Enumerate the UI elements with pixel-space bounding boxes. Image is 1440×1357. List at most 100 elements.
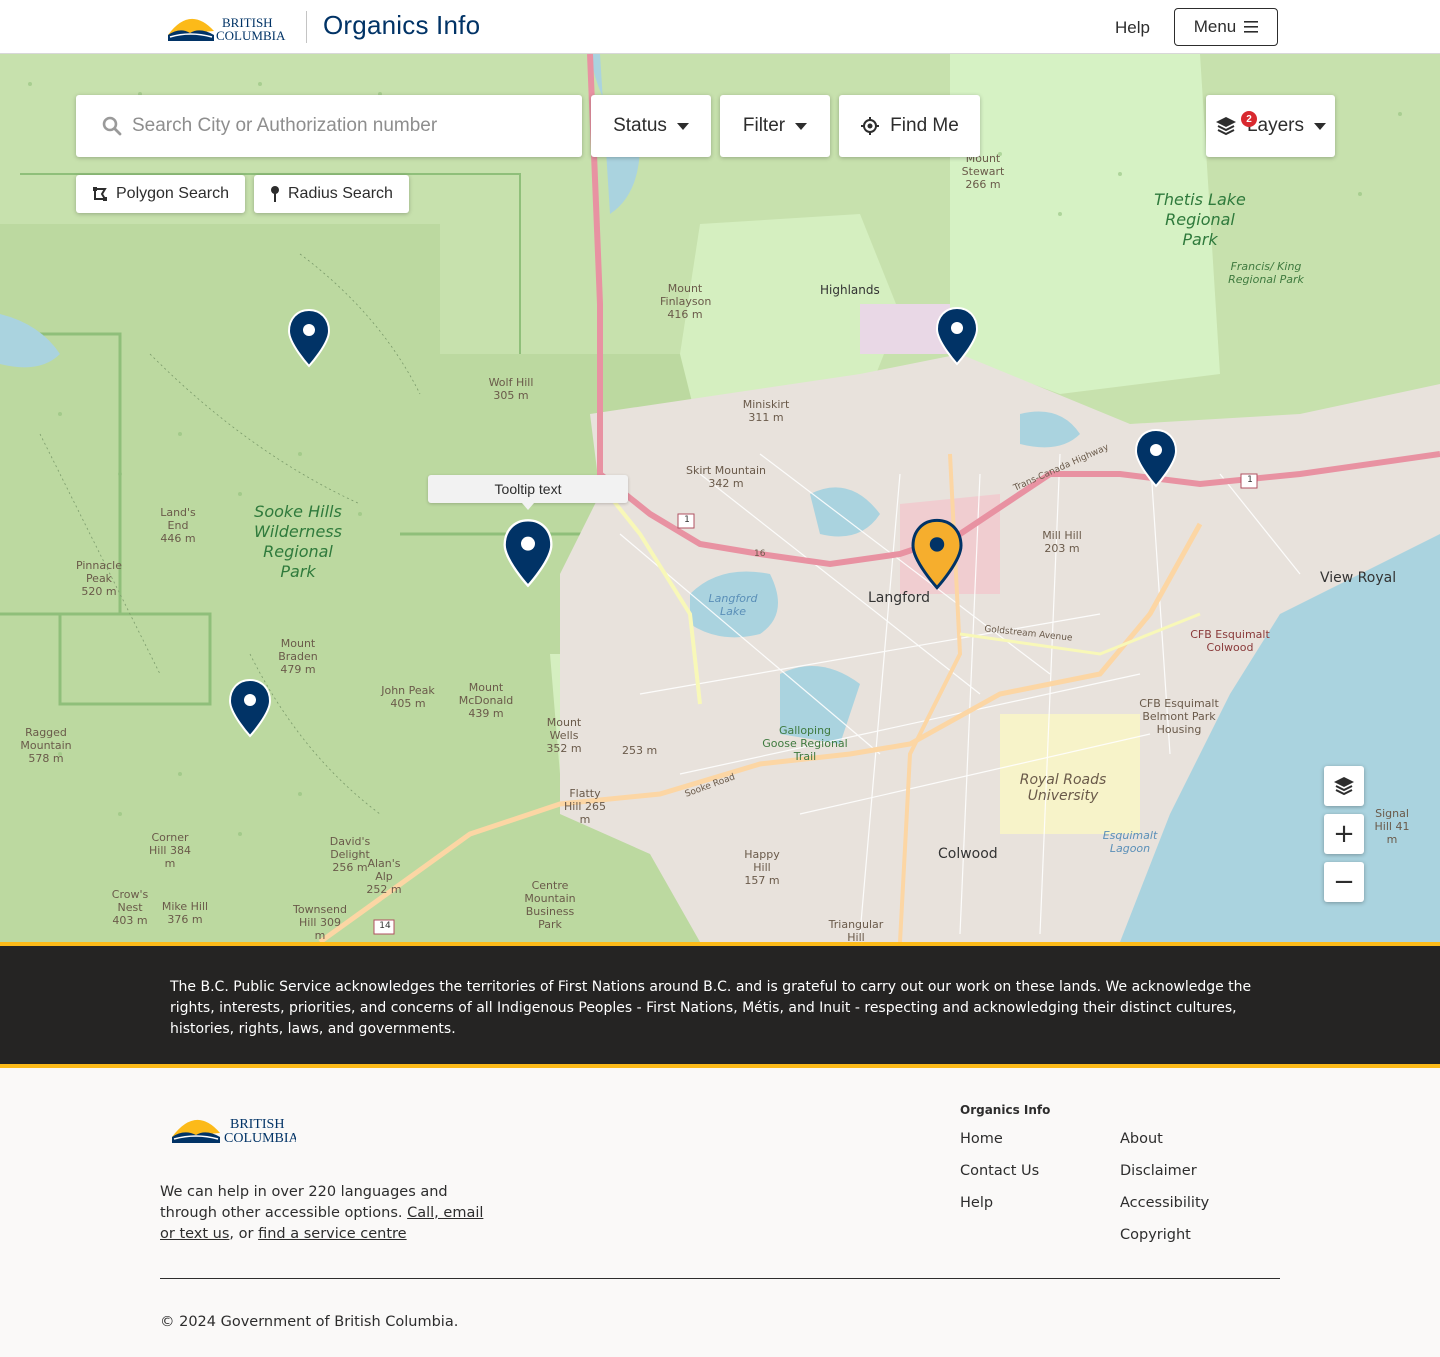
copyright-text: © 2024 Government of British Columbia. bbox=[160, 1314, 459, 1330]
map-label-mount-braden: Mount Braden 479 m bbox=[278, 637, 318, 676]
radius-search-label: Radius Search bbox=[288, 185, 393, 202]
map-marker-selected[interactable] bbox=[910, 518, 964, 590]
map-label-ragged-mountain: Ragged Mountain 578 m bbox=[20, 726, 72, 765]
map-label-lands-end: Land's End 446 m bbox=[160, 506, 196, 545]
map-label-mount-stewart: Mount Stewart 266 m bbox=[961, 152, 1005, 191]
caret-down-icon bbox=[676, 122, 689, 130]
map-label-skirt-mountain: Skirt Mountain 342 m bbox=[686, 464, 766, 490]
map-marker-hovered[interactable] bbox=[502, 518, 554, 588]
find-me-label: Find Me bbox=[890, 115, 959, 136]
map-label-corner-hill: Corner Hill 384 m bbox=[149, 831, 191, 870]
map-label-view-royal: View Royal bbox=[1320, 570, 1397, 586]
polygon-icon bbox=[93, 187, 107, 201]
help-text-1: We can help in over 220 languages and th… bbox=[160, 1184, 448, 1221]
map-label-crows-nest: Crow's Nest 403 m bbox=[111, 888, 149, 927]
map-label-thetis-lake: Thetis Lake Regional Park bbox=[1154, 190, 1246, 249]
map-label-highlands: Highlands bbox=[820, 283, 880, 297]
caret-down-icon bbox=[1314, 122, 1327, 130]
layers-icon bbox=[1334, 777, 1354, 796]
map-label-route-16: 16 bbox=[754, 549, 766, 559]
site-header: BRITISH COLUMBIA Organics Info Help Menu bbox=[0, 0, 1440, 54]
map-label-route-1-a: 1 bbox=[684, 515, 690, 525]
svg-text:COLUMBIA: COLUMBIA bbox=[216, 28, 286, 43]
map-label-happy-hill: Happy Hill 157 m bbox=[744, 848, 780, 887]
marker-tooltip: Tooltip text bbox=[428, 475, 628, 510]
filter-dropdown[interactable]: Filter bbox=[720, 95, 830, 157]
app-title[interactable]: Organics Info bbox=[323, 10, 480, 41]
footer-bc-logo[interactable]: BRITISH COLUMBIA bbox=[170, 1109, 296, 1147]
map-label-mount-mcdonald: Mount McDonald 439 m bbox=[458, 681, 514, 720]
map-label-mount-finlayson: Mount Finlayson 416 m bbox=[660, 282, 712, 321]
map-label-pinnacle-peak: Pinnacle Peak 520 m bbox=[75, 559, 122, 598]
map-layers-toggle[interactable] bbox=[1324, 766, 1364, 806]
map-label-townsend-hill: Townsend Hill 309 m bbox=[292, 903, 347, 942]
map-label-triangular-hill: Triangular Hill bbox=[828, 918, 884, 942]
map-marker[interactable] bbox=[228, 678, 272, 738]
map-label-mike-hill: Mike Hill 376 m bbox=[161, 900, 209, 926]
layers-count-badge: 2 bbox=[1241, 111, 1257, 127]
layers-dropdown[interactable]: Layers bbox=[1206, 95, 1335, 157]
footer-link-home[interactable]: Home bbox=[960, 1131, 1003, 1147]
filter-label: Filter bbox=[742, 115, 786, 136]
map-label-langford: Langford bbox=[868, 590, 931, 606]
status-dropdown[interactable]: Status bbox=[591, 95, 711, 157]
zoom-out-button[interactable]: − bbox=[1324, 862, 1364, 902]
map-label-centre-mountain: Centre Mountain Business Park bbox=[524, 879, 576, 931]
land-acknowledgement: The B.C. Public Service acknowledges the… bbox=[0, 942, 1440, 1068]
footer-link-disclaimer[interactable]: Disclaimer bbox=[1120, 1163, 1197, 1179]
help-link[interactable]: Help bbox=[1115, 18, 1150, 38]
footer-help-text: We can help in over 220 languages and th… bbox=[160, 1182, 490, 1245]
polygon-search-button[interactable]: Polygon Search bbox=[76, 175, 245, 213]
search-bar[interactable] bbox=[76, 95, 582, 157]
map-label-hill-253: 253 m bbox=[622, 744, 658, 757]
map-marker[interactable] bbox=[287, 308, 331, 368]
footer-link-accessibility[interactable]: Accessibility bbox=[1120, 1195, 1209, 1211]
map-label-mount-wells: Mount Wells 352 m bbox=[546, 716, 582, 755]
map-label-john-peak: John Peak 405 m bbox=[381, 684, 435, 710]
svg-text:BRITISH: BRITISH bbox=[230, 1117, 284, 1132]
caret-down-icon bbox=[795, 122, 808, 130]
map-label-sooke-hills: Sooke Hills Wilderness Regional Park bbox=[254, 502, 342, 581]
status-label: Status bbox=[613, 115, 667, 136]
map-label-signal-hill: Signal Hill 41 m bbox=[1374, 807, 1410, 846]
map-label-route-14: 14 bbox=[379, 921, 391, 931]
map-label-flatty-hill: Flatty Hill 265 m bbox=[564, 787, 606, 826]
search-icon bbox=[102, 116, 122, 136]
footer-divider bbox=[160, 1278, 1280, 1279]
map-label-cfb-belmont: CFB Esquimalt Belmont Park Housing bbox=[1139, 697, 1219, 736]
search-input[interactable] bbox=[132, 115, 552, 137]
polygon-search-label: Polygon Search bbox=[116, 185, 229, 202]
hamburger-icon bbox=[1244, 21, 1259, 33]
help-text-2: , or bbox=[229, 1226, 254, 1242]
find-me-button[interactable]: Find Me bbox=[839, 95, 980, 157]
bc-logo-sun-icon bbox=[168, 18, 214, 41]
map-label-mill-hill: Mill Hill 203 m bbox=[1042, 529, 1082, 555]
map-label-esquimalt-lagoon: Esquimalt Lagoon bbox=[1102, 829, 1158, 855]
radius-search-button[interactable]: Radius Search bbox=[254, 175, 409, 213]
map-label-langford-lake: Langford Lake bbox=[708, 592, 758, 618]
zoom-in-button[interactable]: + bbox=[1324, 814, 1364, 854]
footer-link-copyright[interactable]: Copyright bbox=[1120, 1227, 1191, 1243]
footer-link-contact-us[interactable]: Contact Us bbox=[960, 1163, 1039, 1179]
header-divider bbox=[306, 11, 307, 43]
footer-link-help[interactable]: Help bbox=[960, 1195, 993, 1211]
map-label-route-1-b: 1 bbox=[1247, 475, 1253, 485]
map-label-royal-roads: Royal Roads University bbox=[1019, 772, 1107, 804]
map-marker[interactable] bbox=[935, 306, 979, 366]
service-centre-link[interactable]: find a service centre bbox=[258, 1226, 407, 1242]
bc-logo-sun-icon bbox=[172, 1119, 220, 1143]
map-label-miniskirt: Miniskirt 311 m bbox=[742, 398, 790, 424]
map-label-colwood: Colwood bbox=[938, 846, 998, 862]
map-label-cfb-colwood: CFB Esquimalt Colwood bbox=[1190, 628, 1270, 654]
map-label-francis-king: Francis/ King Regional Park bbox=[1228, 260, 1304, 286]
footer-section-heading: Organics Info bbox=[960, 1103, 1051, 1117]
bc-logo[interactable]: BRITISH COLUMBIA bbox=[166, 9, 286, 45]
acknowledgement-text: The B.C. Public Service acknowledges the… bbox=[170, 979, 1252, 1037]
menu-label: Menu bbox=[1193, 17, 1237, 36]
pin-icon bbox=[271, 186, 279, 202]
menu-button[interactable]: Menu bbox=[1174, 8, 1278, 46]
crosshair-icon bbox=[861, 117, 880, 135]
map-marker[interactable] bbox=[1134, 428, 1178, 488]
layers-icon bbox=[1215, 117, 1236, 136]
footer-link-about[interactable]: About bbox=[1120, 1131, 1163, 1147]
